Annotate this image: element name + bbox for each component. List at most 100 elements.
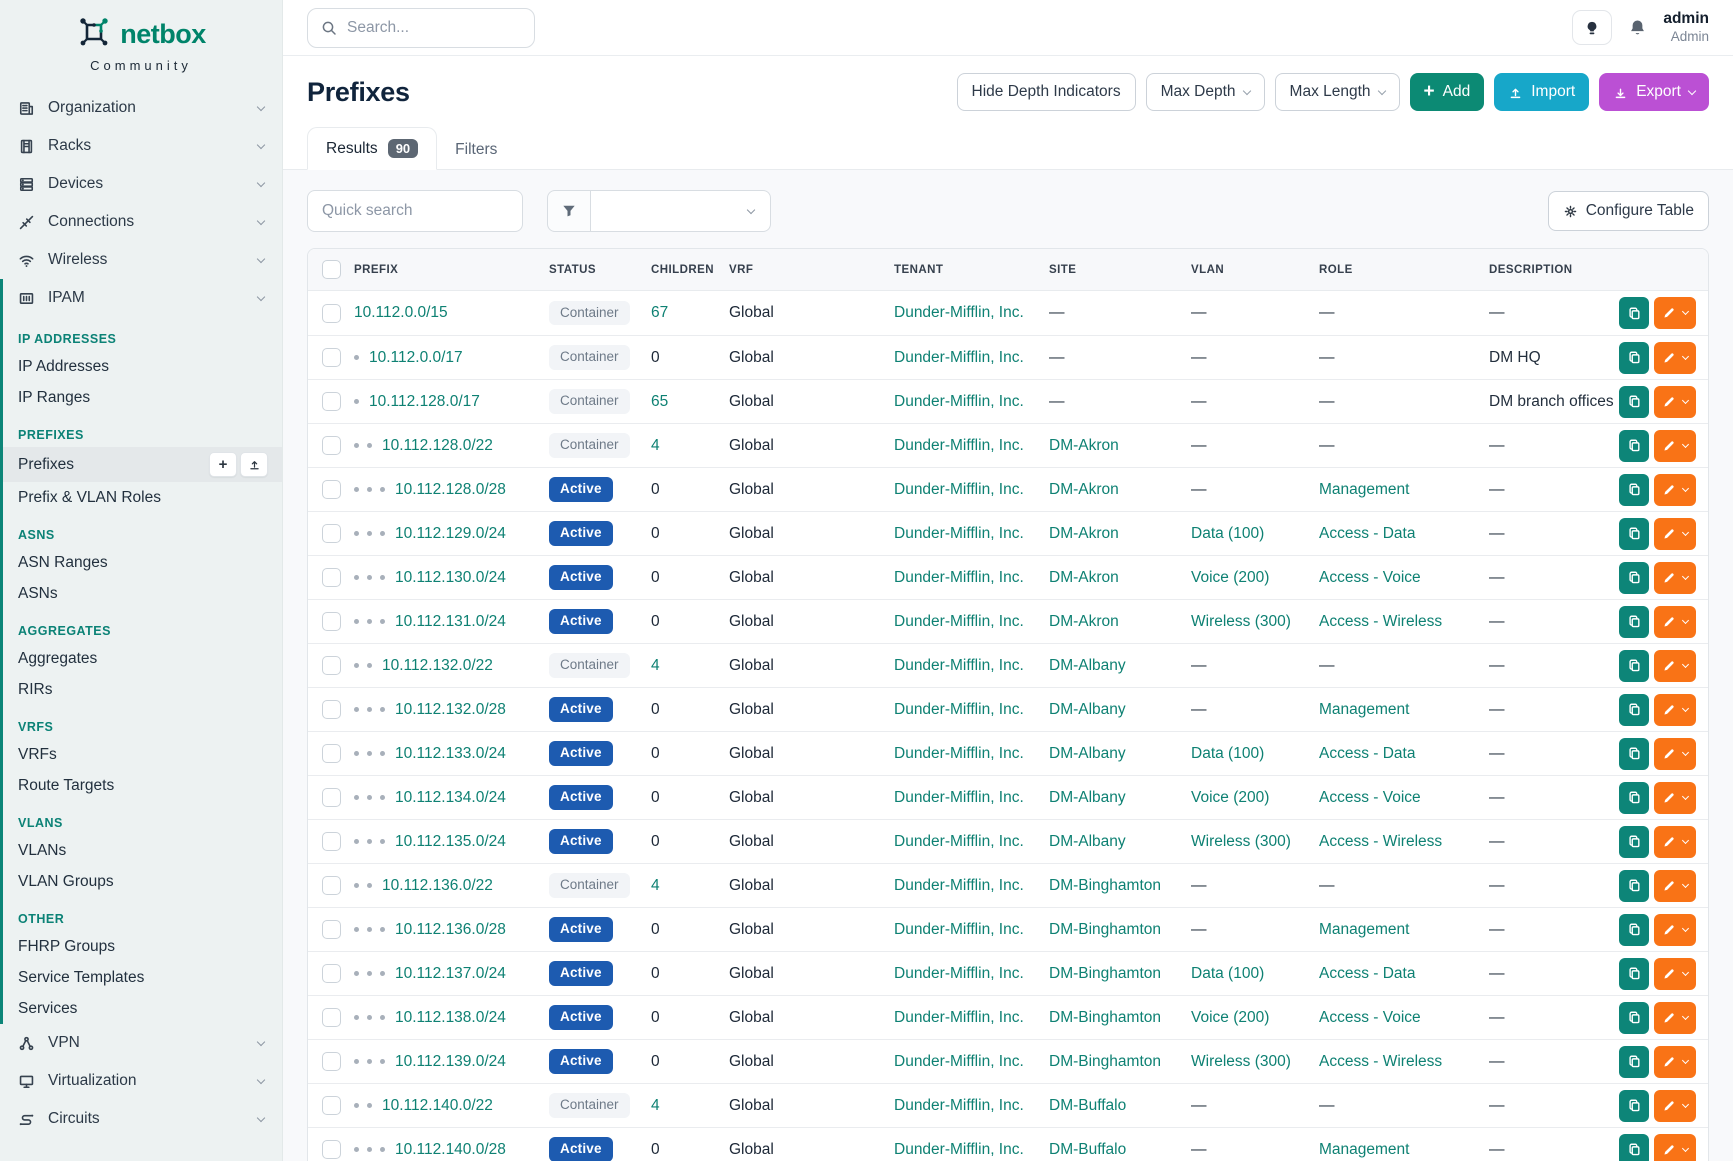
site-link[interactable]: DM-Binghamton — [1049, 1009, 1161, 1027]
tenant-link[interactable]: Dunder-Mifflin, Inc. — [894, 569, 1024, 587]
edit-button[interactable] — [1654, 297, 1696, 329]
edit-button[interactable] — [1654, 1090, 1696, 1122]
row-checkbox[interactable] — [322, 1052, 341, 1071]
site-link[interactable]: DM-Binghamton — [1049, 1053, 1161, 1071]
children-count[interactable]: 65 — [651, 393, 668, 411]
role-link[interactable]: Management — [1319, 921, 1409, 939]
prefix-link[interactable]: 10.112.129.0/24 — [395, 525, 506, 543]
copy-button[interactable] — [1619, 870, 1649, 902]
sidebar-item-route-targets[interactable]: Route Targets — [3, 770, 282, 801]
global-search-input[interactable] — [347, 19, 521, 37]
tenant-link[interactable]: Dunder-Mifflin, Inc. — [894, 393, 1024, 411]
edit-button[interactable] — [1654, 342, 1696, 374]
column-header-status[interactable]: STATUS — [549, 264, 651, 276]
copy-button[interactable] — [1619, 386, 1649, 418]
row-checkbox[interactable] — [322, 1096, 341, 1115]
copy-button[interactable] — [1619, 430, 1649, 462]
edit-button[interactable] — [1654, 518, 1696, 550]
sidebar-item-prefix-vlan-roles[interactable]: Prefix & VLAN Roles — [3, 482, 282, 513]
edit-button[interactable] — [1654, 738, 1696, 770]
copy-button[interactable] — [1619, 1090, 1649, 1122]
sidebar-item-wireless[interactable]: Wireless — [0, 241, 282, 279]
edit-button[interactable] — [1654, 826, 1696, 858]
column-header-site[interactable]: SITE — [1049, 264, 1191, 276]
row-checkbox[interactable] — [322, 656, 341, 675]
role-link[interactable]: Management — [1319, 481, 1409, 499]
sidebar-item-ip-ranges[interactable]: IP Ranges — [3, 382, 282, 413]
tenant-link[interactable]: Dunder-Mifflin, Inc. — [894, 1009, 1024, 1027]
sidebar-item-connections[interactable]: Connections — [0, 203, 282, 241]
prefix-link[interactable]: 10.112.128.0/17 — [369, 393, 480, 411]
edit-button[interactable] — [1654, 914, 1696, 946]
site-link[interactable]: DM-Akron — [1049, 481, 1119, 499]
export-button[interactable]: Export — [1599, 73, 1709, 111]
column-header-role[interactable]: ROLE — [1319, 264, 1489, 276]
role-link[interactable]: Access - Voice — [1319, 569, 1421, 587]
column-header-children[interactable]: CHILDREN — [651, 264, 729, 276]
sidebar-item-asn-ranges[interactable]: ASN Ranges — [3, 547, 282, 578]
prefix-link[interactable]: 10.112.136.0/22 — [382, 877, 493, 895]
site-link[interactable]: DM-Akron — [1049, 613, 1119, 631]
prefix-link[interactable]: 10.112.0.0/15 — [354, 304, 448, 322]
role-link[interactable]: Access - Voice — [1319, 1009, 1421, 1027]
vlan-link[interactable]: Data (100) — [1191, 745, 1264, 763]
prefix-link[interactable]: 10.112.128.0/28 — [395, 481, 506, 499]
row-checkbox[interactable] — [322, 876, 341, 895]
prefix-link[interactable]: 10.112.134.0/24 — [395, 789, 506, 807]
prefix-link[interactable]: 10.112.138.0/24 — [395, 1009, 506, 1027]
row-checkbox[interactable] — [322, 304, 341, 323]
copy-button[interactable] — [1619, 606, 1649, 638]
add-button[interactable]: + Add — [1410, 73, 1485, 111]
sidebar-item-virtualization[interactable]: Virtualization — [0, 1062, 282, 1100]
filter-button[interactable] — [547, 190, 591, 232]
global-search[interactable] — [307, 8, 535, 48]
copy-button[interactable] — [1619, 826, 1649, 858]
copy-button[interactable] — [1619, 474, 1649, 506]
site-link[interactable]: DM-Albany — [1049, 833, 1126, 851]
edit-button[interactable] — [1654, 650, 1696, 682]
row-checkbox[interactable] — [322, 1140, 341, 1159]
site-link[interactable]: DM-Binghamton — [1049, 921, 1161, 939]
row-checkbox[interactable] — [322, 480, 341, 499]
tenant-link[interactable]: Dunder-Mifflin, Inc. — [894, 1053, 1024, 1071]
edit-button[interactable] — [1654, 1002, 1696, 1034]
sidebar-item-devices[interactable]: Devices — [0, 165, 282, 203]
max-depth-button[interactable]: Max Depth — [1146, 73, 1265, 111]
notifications-bell-icon[interactable] — [1628, 18, 1647, 37]
column-header-prefix[interactable]: PREFIX — [354, 264, 549, 276]
tenant-link[interactable]: Dunder-Mifflin, Inc. — [894, 833, 1024, 851]
tenant-link[interactable]: Dunder-Mifflin, Inc. — [894, 1141, 1024, 1159]
copy-button[interactable] — [1619, 914, 1649, 946]
row-checkbox[interactable] — [322, 744, 341, 763]
role-link[interactable]: Access - Data — [1319, 525, 1415, 543]
role-link[interactable]: Access - Wireless — [1319, 1053, 1442, 1071]
prefix-link[interactable]: 10.112.136.0/28 — [395, 921, 506, 939]
site-link[interactable]: DM-Binghamton — [1049, 965, 1161, 983]
vlan-link[interactable]: Data (100) — [1191, 525, 1264, 543]
sidebar-item-aggregates[interactable]: Aggregates — [3, 643, 282, 674]
role-link[interactable]: Access - Wireless — [1319, 833, 1442, 851]
row-checkbox[interactable] — [322, 524, 341, 543]
column-header-vrf[interactable]: VRF — [729, 264, 894, 276]
sidebar-item-vpn[interactable]: VPN — [0, 1024, 282, 1062]
edit-button[interactable] — [1654, 1046, 1696, 1078]
select-all-checkbox[interactable] — [322, 260, 341, 279]
sidebar-item-rirs[interactable]: RIRs — [3, 674, 282, 705]
prefix-link[interactable]: 10.112.132.0/22 — [382, 657, 493, 675]
max-length-button[interactable]: Max Length — [1275, 73, 1400, 111]
tenant-link[interactable]: Dunder-Mifflin, Inc. — [894, 613, 1024, 631]
saved-filter-select[interactable] — [591, 190, 771, 232]
copy-button[interactable] — [1619, 297, 1649, 329]
tenant-link[interactable]: Dunder-Mifflin, Inc. — [894, 701, 1024, 719]
prefix-link[interactable]: 10.112.135.0/24 — [395, 833, 506, 851]
prefix-link[interactable]: 10.112.140.0/22 — [382, 1097, 493, 1115]
tenant-link[interactable]: Dunder-Mifflin, Inc. — [894, 481, 1024, 499]
row-checkbox[interactable] — [322, 788, 341, 807]
site-link[interactable]: DM-Binghamton — [1049, 877, 1161, 895]
user-menu[interactable]: admin Admin — [1663, 9, 1709, 45]
row-checkbox[interactable] — [322, 1008, 341, 1027]
children-count[interactable]: 4 — [651, 657, 660, 675]
copy-button[interactable] — [1619, 562, 1649, 594]
copy-button[interactable] — [1619, 958, 1649, 990]
site-link[interactable]: DM-Albany — [1049, 657, 1126, 675]
